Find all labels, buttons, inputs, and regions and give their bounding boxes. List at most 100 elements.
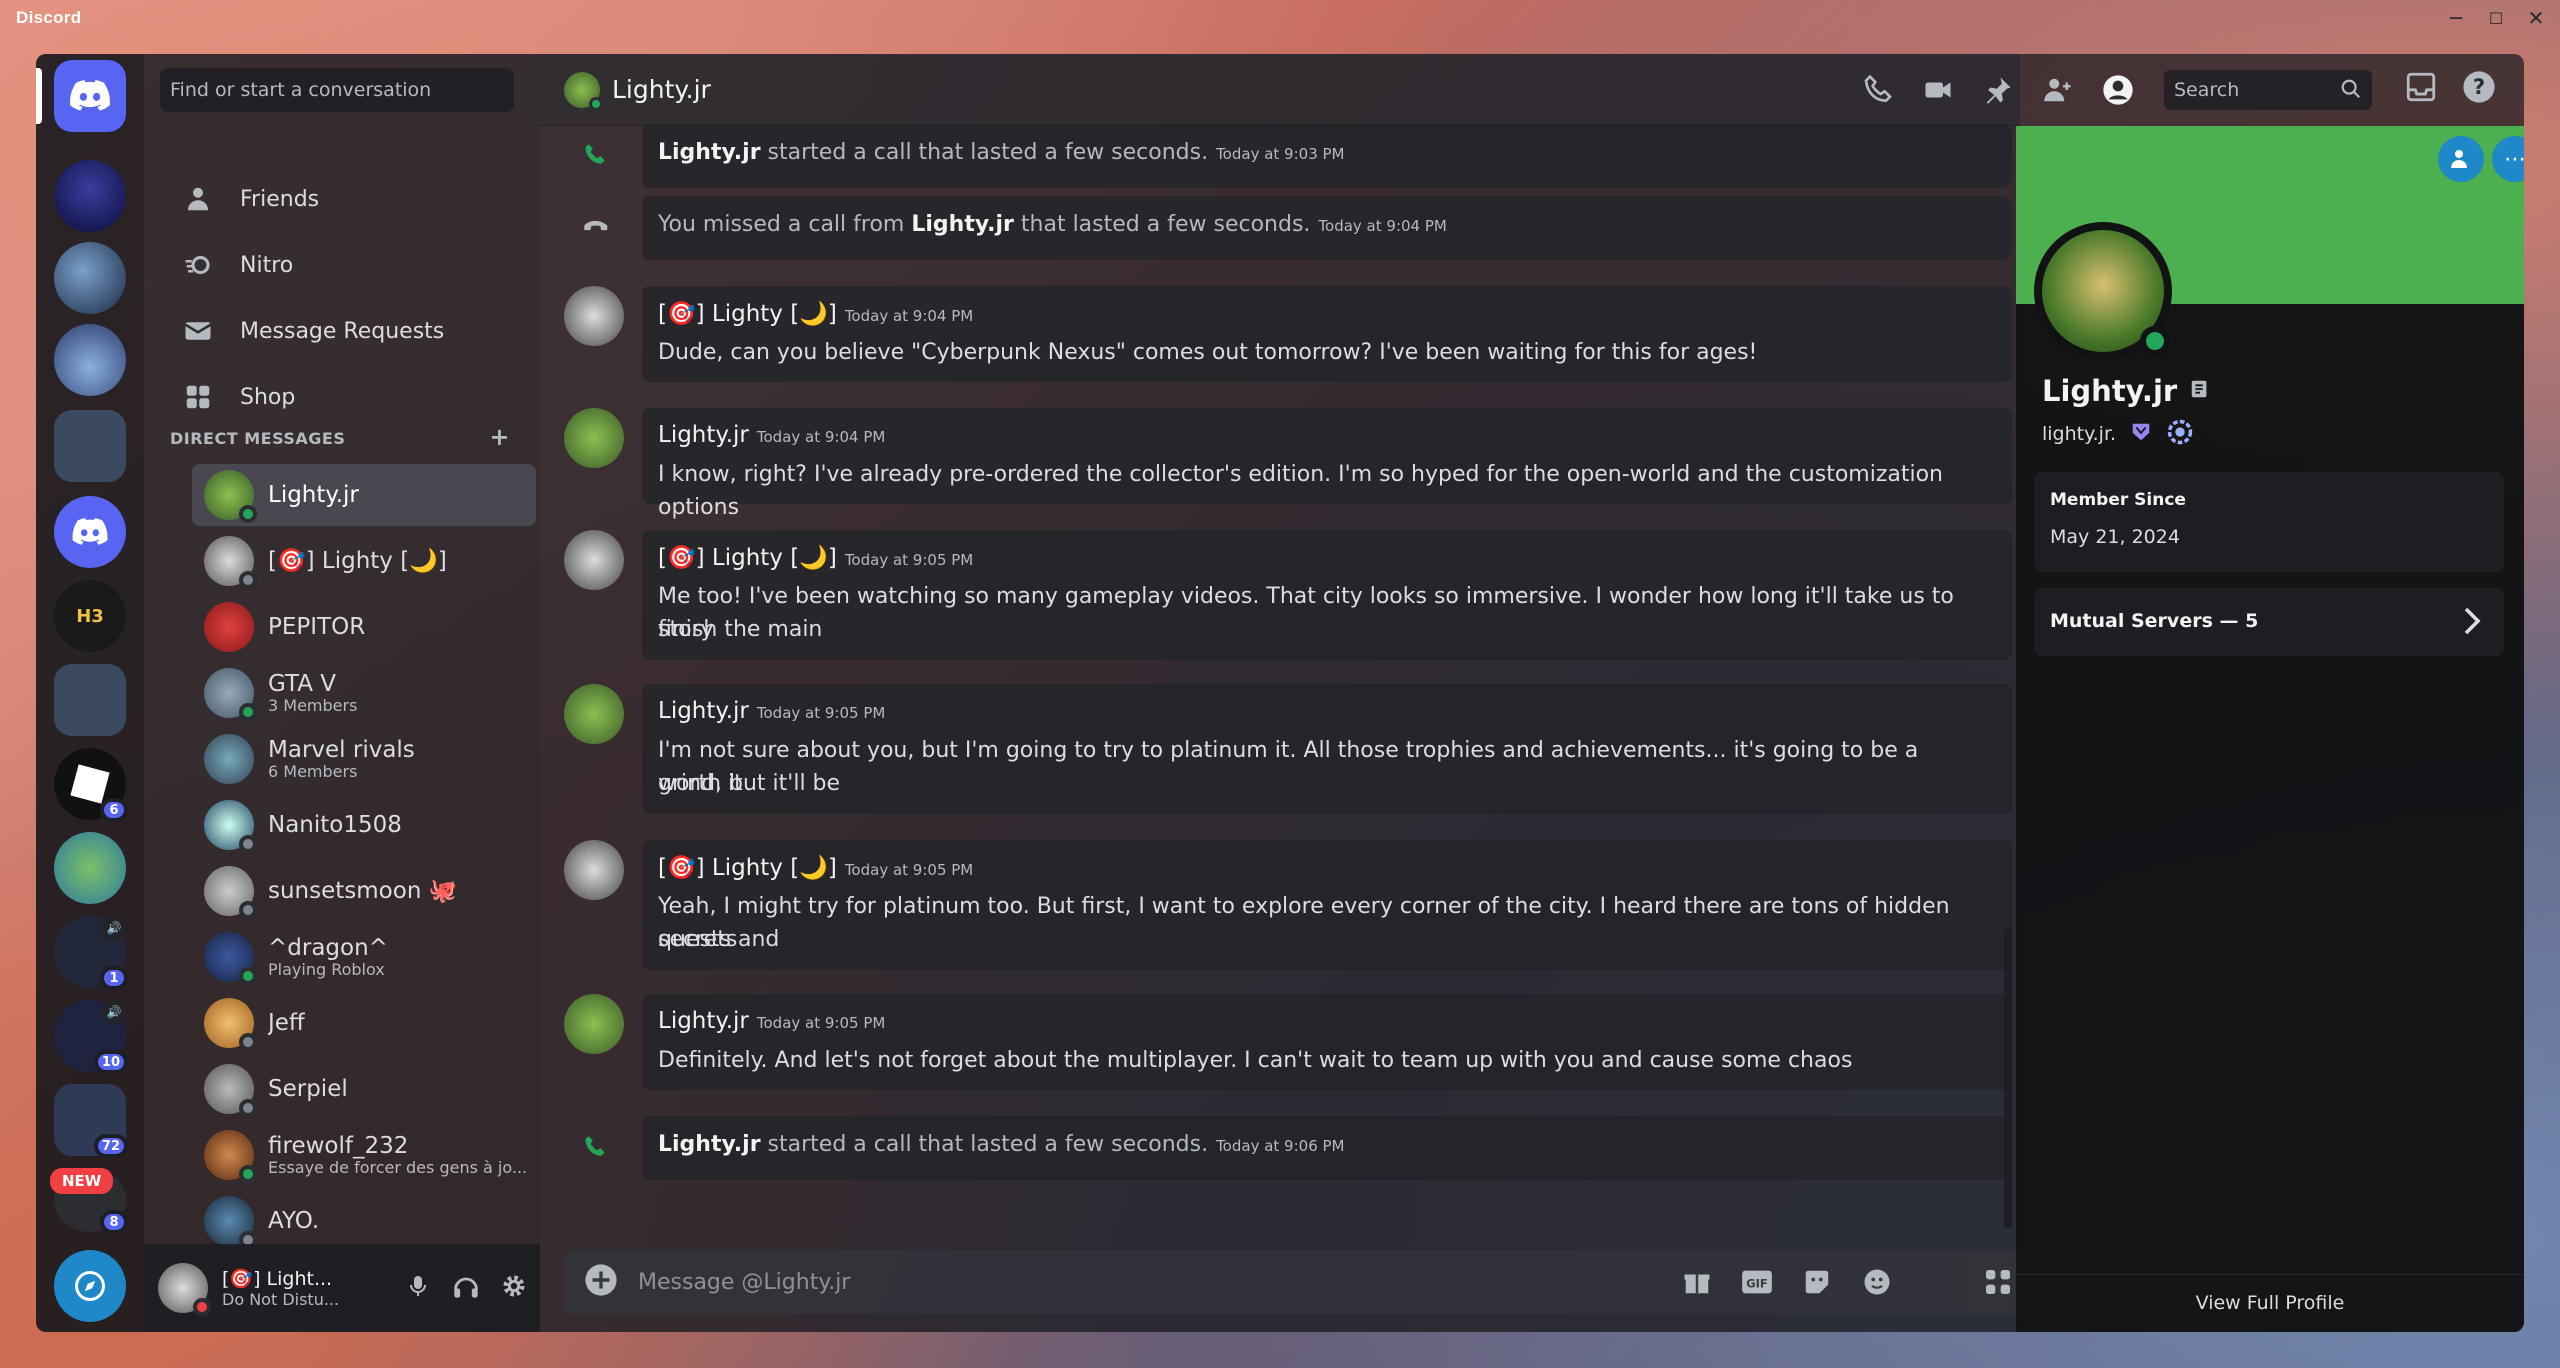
status-online: [239, 1165, 257, 1183]
speaker-icon: 🔊: [102, 916, 126, 940]
server-icon[interactable]: [54, 832, 126, 904]
message-input[interactable]: Message @Lighty.jr: [638, 1270, 850, 1295]
avatar[interactable]: [564, 286, 624, 346]
find-conversation-input[interactable]: Find or start a conversation: [160, 68, 514, 112]
add-friend-icon[interactable]: [2438, 136, 2484, 182]
gif-icon[interactable]: GIF: [1740, 1262, 1774, 1302]
author-name[interactable]: [🎯] Lighty [🌙]: [658, 854, 837, 881]
headphones-icon[interactable]: [450, 1266, 482, 1306]
create-dm-icon[interactable]: +: [489, 425, 510, 449]
author-name[interactable]: [🎯] Lighty [🌙]: [658, 300, 837, 327]
dm-item[interactable]: Serpiel: [192, 1058, 536, 1120]
emoji-icon[interactable]: [1860, 1262, 1894, 1302]
author-name[interactable]: [🎯] Lighty [🌙]: [658, 544, 837, 571]
dm-item[interactable]: ^dragon^ Playing Roblox: [192, 926, 536, 988]
dm-name: AYO.: [268, 1208, 320, 1234]
home-button[interactable]: [54, 60, 126, 132]
server-icon[interactable]: [54, 242, 126, 314]
dm-name: Jeff: [268, 1010, 305, 1036]
user-name: [🎯] Light...: [222, 1268, 333, 1290]
avatar[interactable]: [564, 684, 624, 744]
mutual-servers-row[interactable]: Mutual Servers — 5: [2034, 588, 2504, 656]
server-icon[interactable]: 6: [54, 748, 128, 822]
server-folder[interactable]: [54, 664, 126, 736]
nav-nitro[interactable]: Nitro: [164, 236, 516, 294]
nav-friends[interactable]: Friends: [164, 170, 516, 228]
nitro-icon: [180, 247, 216, 283]
nav-shop[interactable]: Shop: [164, 368, 516, 426]
dm-name: firewolf_232: [268, 1133, 409, 1159]
avatar[interactable]: [564, 408, 624, 468]
maximize-icon[interactable]: ☐: [2476, 0, 2516, 36]
notification-badge: 6: [100, 798, 128, 822]
author-name[interactable]: Lighty.jr: [658, 1132, 761, 1157]
avatar[interactable]: [564, 994, 624, 1054]
dm-item[interactable]: sunsetsmoon 🐙: [192, 860, 536, 922]
server-icon[interactable]: 🔊 1: [54, 916, 128, 990]
avatar: [204, 800, 257, 853]
avatar: [204, 470, 257, 523]
divider: [2016, 1274, 2524, 1275]
nav-message-requests[interactable]: Message Requests: [164, 302, 516, 360]
server-icon[interactable]: 🔊 10: [54, 1000, 128, 1074]
view-full-profile-link[interactable]: View Full Profile: [2016, 1292, 2524, 1314]
system-text: started a call that lasted a few seconds…: [760, 1132, 1209, 1157]
author-name[interactable]: Lighty.jr: [658, 422, 749, 448]
author-name[interactable]: Lighty.jr: [658, 698, 749, 724]
close-icon[interactable]: ✕: [2516, 0, 2556, 36]
timestamp: Today at 9:04 PM: [844, 307, 974, 325]
settings-gear-icon[interactable]: [498, 1266, 530, 1306]
message-text: Dude, can you believe "Cyberpunk Nexus" …: [658, 340, 1758, 365]
dm-item[interactable]: firewolf_232 Essaye de forcer des gens à …: [192, 1124, 536, 1186]
sticker-icon[interactable]: [1800, 1262, 1834, 1302]
help-icon[interactable]: ?: [2462, 70, 2496, 108]
inbox-icon[interactable]: [2404, 70, 2438, 108]
search-input[interactable]: Search: [2164, 70, 2372, 110]
discord-logo-icon: [70, 80, 110, 111]
boost-badge-icon: [2166, 418, 2194, 450]
add-friends-to-dm-icon[interactable]: [2040, 70, 2076, 110]
dm-item[interactable]: Lighty.jr: [192, 464, 536, 526]
message-text: story: [658, 617, 714, 642]
author-name[interactable]: Lighty.jr: [911, 212, 1014, 237]
author-name[interactable]: Lighty.jr: [658, 140, 761, 165]
dm-item[interactable]: [🎯] Lighty [🌙]: [192, 530, 536, 592]
server-icon[interactable]: [54, 324, 126, 396]
video-call-icon[interactable]: [1920, 70, 1956, 110]
user-profile-icon[interactable]: [2100, 70, 2136, 110]
scrollbar[interactable]: [2004, 928, 2012, 1228]
microphone-icon[interactable]: [402, 1266, 434, 1306]
discover-button[interactable]: [54, 1250, 126, 1322]
dm-item[interactable]: Marvel rivals 6 Members: [192, 728, 536, 790]
server-icon[interactable]: [54, 160, 126, 232]
dm-item[interactable]: AYO.: [192, 1190, 536, 1252]
member-since-label: Member Since: [2050, 490, 2186, 510]
dm-item[interactable]: GTA V3 Members: [192, 662, 536, 724]
status-online: [239, 703, 257, 721]
note-icon[interactable]: [2189, 378, 2211, 404]
server-icon[interactable]: H3: [54, 580, 126, 652]
message-composer[interactable]: Message @Lighty.jr GIF: [564, 1250, 2012, 1314]
avatar[interactable]: [158, 1263, 211, 1316]
minimize-icon[interactable]: ─: [2436, 0, 2476, 36]
timestamp: Today at 9:05 PM: [844, 861, 974, 879]
dm-item[interactable]: Nanito1508: [192, 794, 536, 856]
dm-name: Nanito1508: [268, 812, 402, 838]
avatar[interactable]: [564, 530, 624, 590]
call-icon[interactable]: [1860, 70, 1896, 110]
avatar[interactable]: [564, 840, 624, 900]
server-icon[interactable]: [54, 496, 126, 568]
phone-green-icon: [582, 1134, 610, 1162]
dm-item[interactable]: PEPITOR: [192, 596, 536, 658]
dm-name: sunsetsmoon 🐙: [268, 878, 458, 904]
server-icon[interactable]: NEW 8: [50, 1168, 128, 1234]
gift-icon[interactable]: [1680, 1262, 1714, 1302]
add-attachment-icon[interactable]: [584, 1263, 618, 1301]
pin-icon[interactable]: [1980, 70, 2016, 110]
author-name[interactable]: Lighty.jr: [658, 1008, 749, 1034]
server-folder[interactable]: [54, 410, 126, 482]
dm-sub: 6 Members: [268, 762, 358, 781]
chevron-right-icon: [2462, 606, 2482, 640]
server-folder[interactable]: 72: [54, 1084, 128, 1158]
dm-item[interactable]: Jeff: [192, 992, 536, 1054]
